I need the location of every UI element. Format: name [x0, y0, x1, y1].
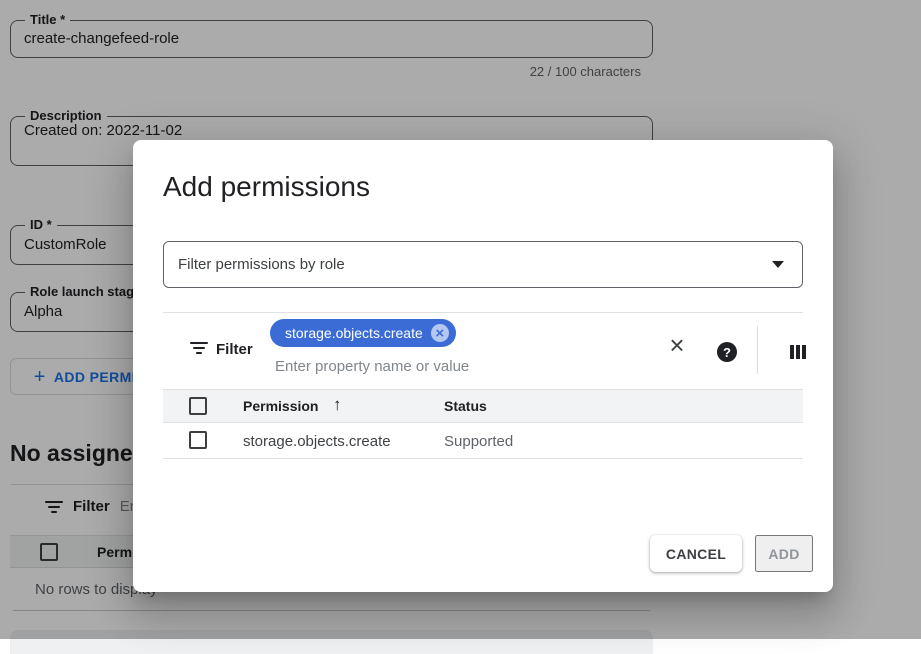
filter-chip-text: storage.objects.create — [285, 325, 423, 341]
add-permissions-dialog: Add permissions Filter permissions by ro… — [133, 140, 833, 592]
permission-column-header[interactable]: Permission — [243, 398, 318, 414]
cancel-button[interactable]: CANCEL — [650, 535, 742, 572]
clear-filters-icon[interactable]: × — [664, 332, 690, 358]
permission-cell: storage.objects.create — [243, 433, 391, 450]
dialog-filter-input[interactable]: Enter property name or value — [275, 358, 469, 375]
table-row[interactable]: storage.objects.create Supported — [163, 423, 803, 459]
select-all-checkbox[interactable] — [189, 397, 207, 415]
help-icon[interactable]: ? — [717, 342, 737, 362]
dialog-filter-toolbar: Filter storage.objects.create × Enter pr… — [163, 312, 803, 387]
filter-icon — [190, 342, 208, 354]
filter-permissions-by-role-select[interactable]: Filter permissions by role — [163, 241, 803, 288]
dialog-title: Add permissions — [163, 171, 370, 203]
filter-chip[interactable]: storage.objects.create × — [270, 319, 456, 347]
dialog-filter-label: Filter — [216, 341, 253, 358]
status-cell: Supported — [444, 433, 513, 450]
add-button[interactable]: ADD — [755, 535, 813, 572]
dialog-table-header: Permission ↑ Status — [163, 389, 803, 423]
toolbar-divider — [757, 326, 758, 374]
status-column-header[interactable]: Status — [444, 398, 487, 414]
remove-chip-icon[interactable]: × — [431, 324, 449, 342]
row-checkbox[interactable] — [189, 431, 207, 449]
sort-ascending-icon[interactable]: ↑ — [333, 395, 342, 415]
role-select-placeholder: Filter permissions by role — [178, 256, 772, 273]
column-display-options-icon[interactable] — [790, 345, 806, 359]
chevron-down-icon — [772, 261, 784, 268]
